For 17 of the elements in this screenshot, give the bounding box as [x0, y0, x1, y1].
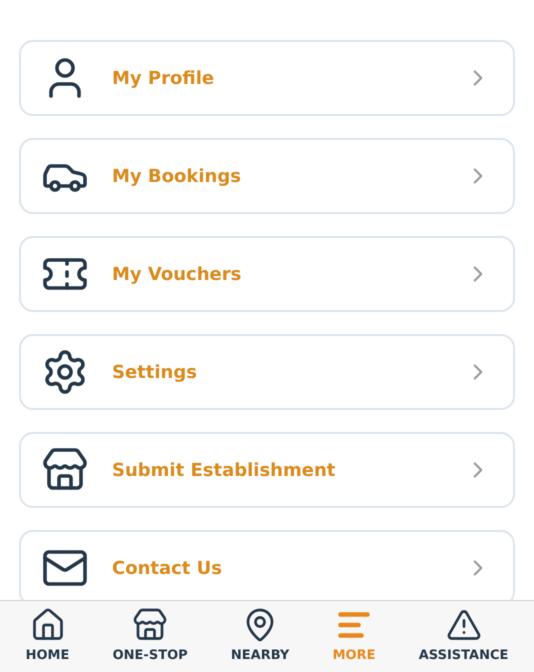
menu-item[interactable]: My Profile	[19, 40, 515, 116]
tab[interactable]: NEARBY	[230, 607, 290, 666]
menu-label: Submit Establishment	[112, 458, 336, 482]
menu-item[interactable]: Contact Us	[19, 530, 515, 600]
menu-label: My Profile	[112, 66, 216, 90]
menu-label: Settings	[112, 360, 198, 384]
tab[interactable]: MORE	[332, 607, 376, 666]
menu-label: My Bookings	[112, 164, 242, 188]
menu-item[interactable]: Settings	[19, 334, 515, 410]
menu-item[interactable]: My Bookings	[19, 138, 515, 214]
tab[interactable]: HOME	[26, 607, 70, 666]
tab[interactable]: ASSISTANCE	[418, 607, 508, 666]
menu-item[interactable]: My Vouchers	[19, 236, 515, 312]
menu-label: My Vouchers	[112, 262, 242, 286]
tab[interactable]: ONE-STOP	[112, 607, 188, 666]
menu-label: Contact Us	[112, 556, 224, 580]
menu-item[interactable]: Submit Establishment	[19, 432, 515, 508]
